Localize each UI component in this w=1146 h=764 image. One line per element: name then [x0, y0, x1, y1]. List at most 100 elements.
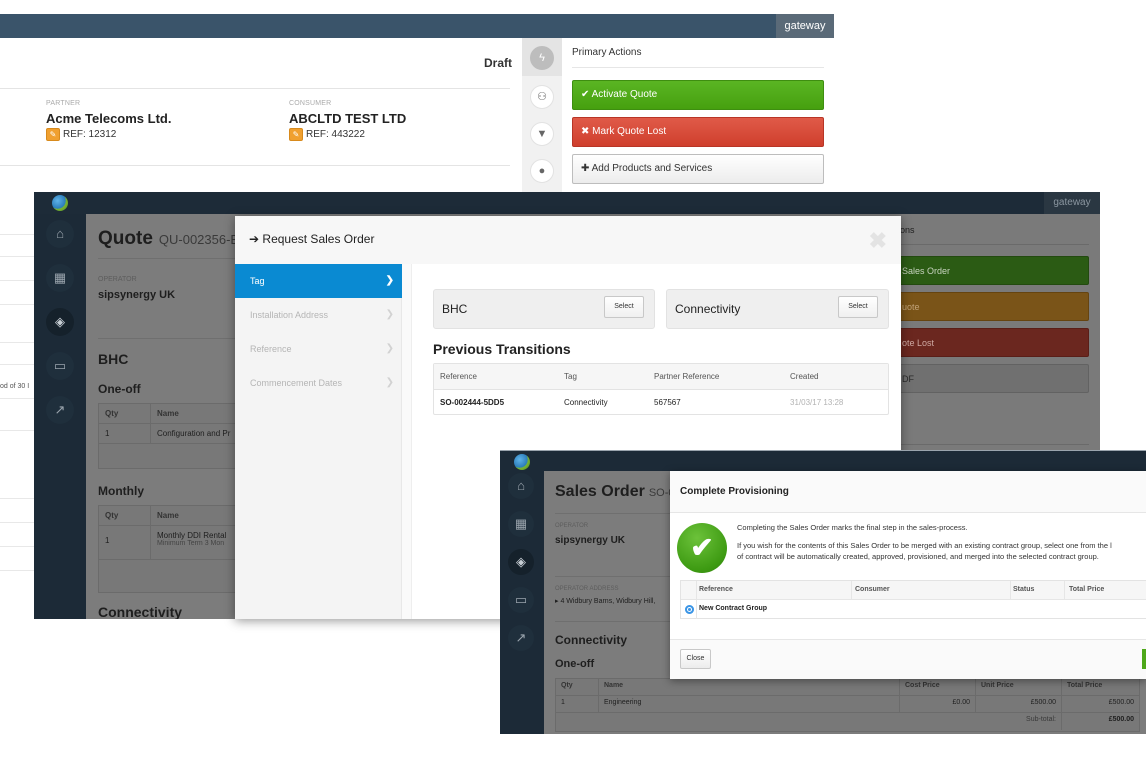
partner-block: PARTNER Acme Telecoms Ltd. ✎ REF: 12312	[46, 100, 171, 141]
chart-icon[interactable]: ↗	[46, 396, 74, 424]
subtotal-row: Sub-total: £500.00	[556, 713, 1139, 730]
contract-group-table: Reference Consumer Status Total Price Ne…	[680, 580, 1146, 619]
back-screen-strip: od of 30 I	[0, 194, 34, 619]
page-title: Sales Order SO-00	[555, 483, 681, 500]
home-icon[interactable]: ⌂	[508, 473, 534, 499]
logo-icon	[52, 195, 68, 211]
arrow-right-icon: ➔	[249, 232, 260, 246]
plus-icon: ✚	[581, 163, 590, 174]
table-header: Qty Name	[99, 404, 237, 424]
complete-button[interactable]	[1142, 649, 1146, 669]
consumer-label: CONSUMER	[289, 100, 332, 107]
pencil-icon[interactable]: ✎	[46, 128, 60, 141]
add-products-button[interactable]: ✚ Add Products and Services	[572, 154, 824, 184]
request-sales-order-button[interactable]: Sales Order	[889, 256, 1089, 285]
table-header: Reference Tag Partner Reference Created	[434, 364, 888, 390]
previous-transitions-title: Previous Transitions	[433, 341, 571, 357]
truncated-text: od of 30 I	[0, 383, 30, 390]
credit-card-icon[interactable]: ▭	[508, 587, 534, 613]
brand-label: gateway	[1044, 192, 1100, 214]
check-icon: ✔	[581, 89, 590, 100]
one-off-title: One-off	[98, 382, 141, 396]
operator-name: sipsynergy UK	[555, 535, 626, 546]
info-text-2: If you wish for the contents of this Sal…	[737, 541, 1112, 561]
operator-label: OPERATOR	[555, 523, 589, 529]
partner-ref: REF: 12312	[63, 129, 117, 140]
quote-screen-back: gateway Draft PARTNER Acme Telecoms Ltd.…	[0, 14, 834, 194]
divider	[0, 88, 510, 89]
mark-quote-lost-button[interactable]: ✖ Mark Quote Lost	[572, 117, 824, 147]
step-tag[interactable]: Tag ❯	[235, 264, 402, 298]
step-reference[interactable]: Reference ❯	[235, 332, 402, 366]
table-row[interactable]: SO-002444-5DD5 Connectivity 567567 31/03…	[434, 390, 888, 416]
divider	[0, 165, 510, 166]
select-button[interactable]: Select	[838, 296, 878, 318]
step-commencement-dates[interactable]: Commencement Dates ❯	[235, 366, 402, 400]
one-off-table: Qty Name 1 Configuration and Pr	[98, 403, 238, 469]
table-row: 1 Configuration and Pr	[99, 424, 237, 444]
tags-icon[interactable]: ◈	[46, 308, 74, 336]
mark-quote-lost-button[interactable]: ote Lost	[889, 328, 1089, 357]
section-title: Connectivity	[555, 633, 628, 647]
monthly-title: Monthly	[98, 484, 144, 498]
home-icon[interactable]: ⌂	[46, 220, 74, 248]
building-icon[interactable]: ▦	[508, 511, 534, 537]
info-text-1: Completing the Sales Order marks the fin…	[737, 523, 968, 532]
success-check-icon: ✔	[677, 523, 727, 573]
revise-quote-button[interactable]: uote	[889, 292, 1089, 321]
section-title: BHC	[98, 351, 129, 367]
chevron-right-icon: ❯	[385, 275, 394, 286]
action-rail: ϟ ⚇ ▼ ●	[522, 38, 562, 194]
lightning-icon[interactable]: ϟ	[530, 46, 554, 70]
building-icon[interactable]: ▦	[46, 264, 74, 292]
chart-icon[interactable]: ↗	[508, 625, 534, 651]
chat-icon[interactable]: ●	[530, 159, 554, 183]
filter-icon[interactable]: ▼	[530, 122, 554, 146]
connectivity-title: Connectivity	[98, 604, 183, 619]
previous-transitions-table: Reference Tag Partner Reference Created …	[433, 363, 889, 415]
brand-label: gateway	[776, 14, 834, 38]
pencil-icon[interactable]: ✎	[289, 128, 303, 141]
tag-option-connectivity: Connectivity Select	[666, 289, 889, 329]
radio-selected[interactable]	[685, 605, 694, 614]
table-row: 1 Engineering £0.00 £500.00 £500.00	[556, 696, 1139, 713]
credit-card-icon[interactable]: ▭	[46, 352, 74, 380]
table-row: 1 Monthly DDI Rental Minimum Term 3 Mon	[99, 526, 237, 560]
monthly-table: Qty Name 1 Monthly DDI Rental Minimum Term …	[98, 505, 238, 593]
page-title: Quote QU-002356-B4	[98, 228, 247, 249]
tags-icon[interactable]: ◈	[508, 549, 534, 575]
table-header: Qty Name	[99, 506, 237, 526]
address-value[interactable]: ▸ 4 Widbury Barns, Widbury Hill,	[555, 597, 655, 605]
complete-provisioning-modal: Complete Provisioning ✔ Completing the S…	[670, 471, 1146, 679]
sitemap-icon[interactable]: ⚇	[530, 85, 554, 109]
partner-label: PARTNER	[46, 100, 81, 107]
consumer-name[interactable]: ABCLTD TEST LTD	[289, 111, 406, 126]
download-pdf-button[interactable]: DF	[889, 364, 1089, 393]
close-icon[interactable]: ✖	[869, 228, 887, 254]
step-installation-address[interactable]: Installation Address ❯	[235, 298, 402, 332]
chevron-right-icon: ❯	[385, 309, 394, 320]
partner-name[interactable]: Acme Telecoms Ltd.	[46, 111, 171, 126]
tag-option-bhc: BHC Select	[433, 289, 655, 329]
operator-label: OPERATOR	[98, 276, 137, 283]
activate-quote-button[interactable]: ✔ Activate Quote	[572, 80, 824, 110]
address-label: OPERATOR ADDRESS	[555, 586, 619, 592]
modal-footer: Close	[670, 639, 1146, 679]
table-header: Qty Name Cost Price Unit Price Total Pri…	[556, 679, 1139, 696]
status-label: Draft	[483, 56, 512, 70]
consumer-ref: REF: 443222	[306, 129, 365, 140]
close-button[interactable]: Close	[680, 649, 711, 669]
x-icon: ✖	[581, 126, 590, 137]
quote-reference: QU-002356-B4	[158, 232, 247, 247]
step-nav: Tag ❯ Installation Address ❯ Reference ❯ Co…	[235, 264, 402, 619]
top-bar	[0, 14, 834, 38]
select-button[interactable]: Select	[604, 296, 644, 318]
operator-name: sipsynergy UK	[98, 289, 176, 301]
table-row[interactable]: New Contract Group	[681, 600, 1146, 619]
primary-actions-title: Primary Actions	[572, 47, 642, 58]
one-off-title: One-off	[555, 658, 595, 670]
modal-title: Complete Provisioning	[680, 486, 789, 497]
one-off-table: Qty Name Cost Price Unit Price Total Pri…	[555, 678, 1140, 732]
table-header: Reference Consumer Status Total Price	[681, 581, 1146, 600]
chevron-right-icon: ❯	[385, 343, 394, 354]
